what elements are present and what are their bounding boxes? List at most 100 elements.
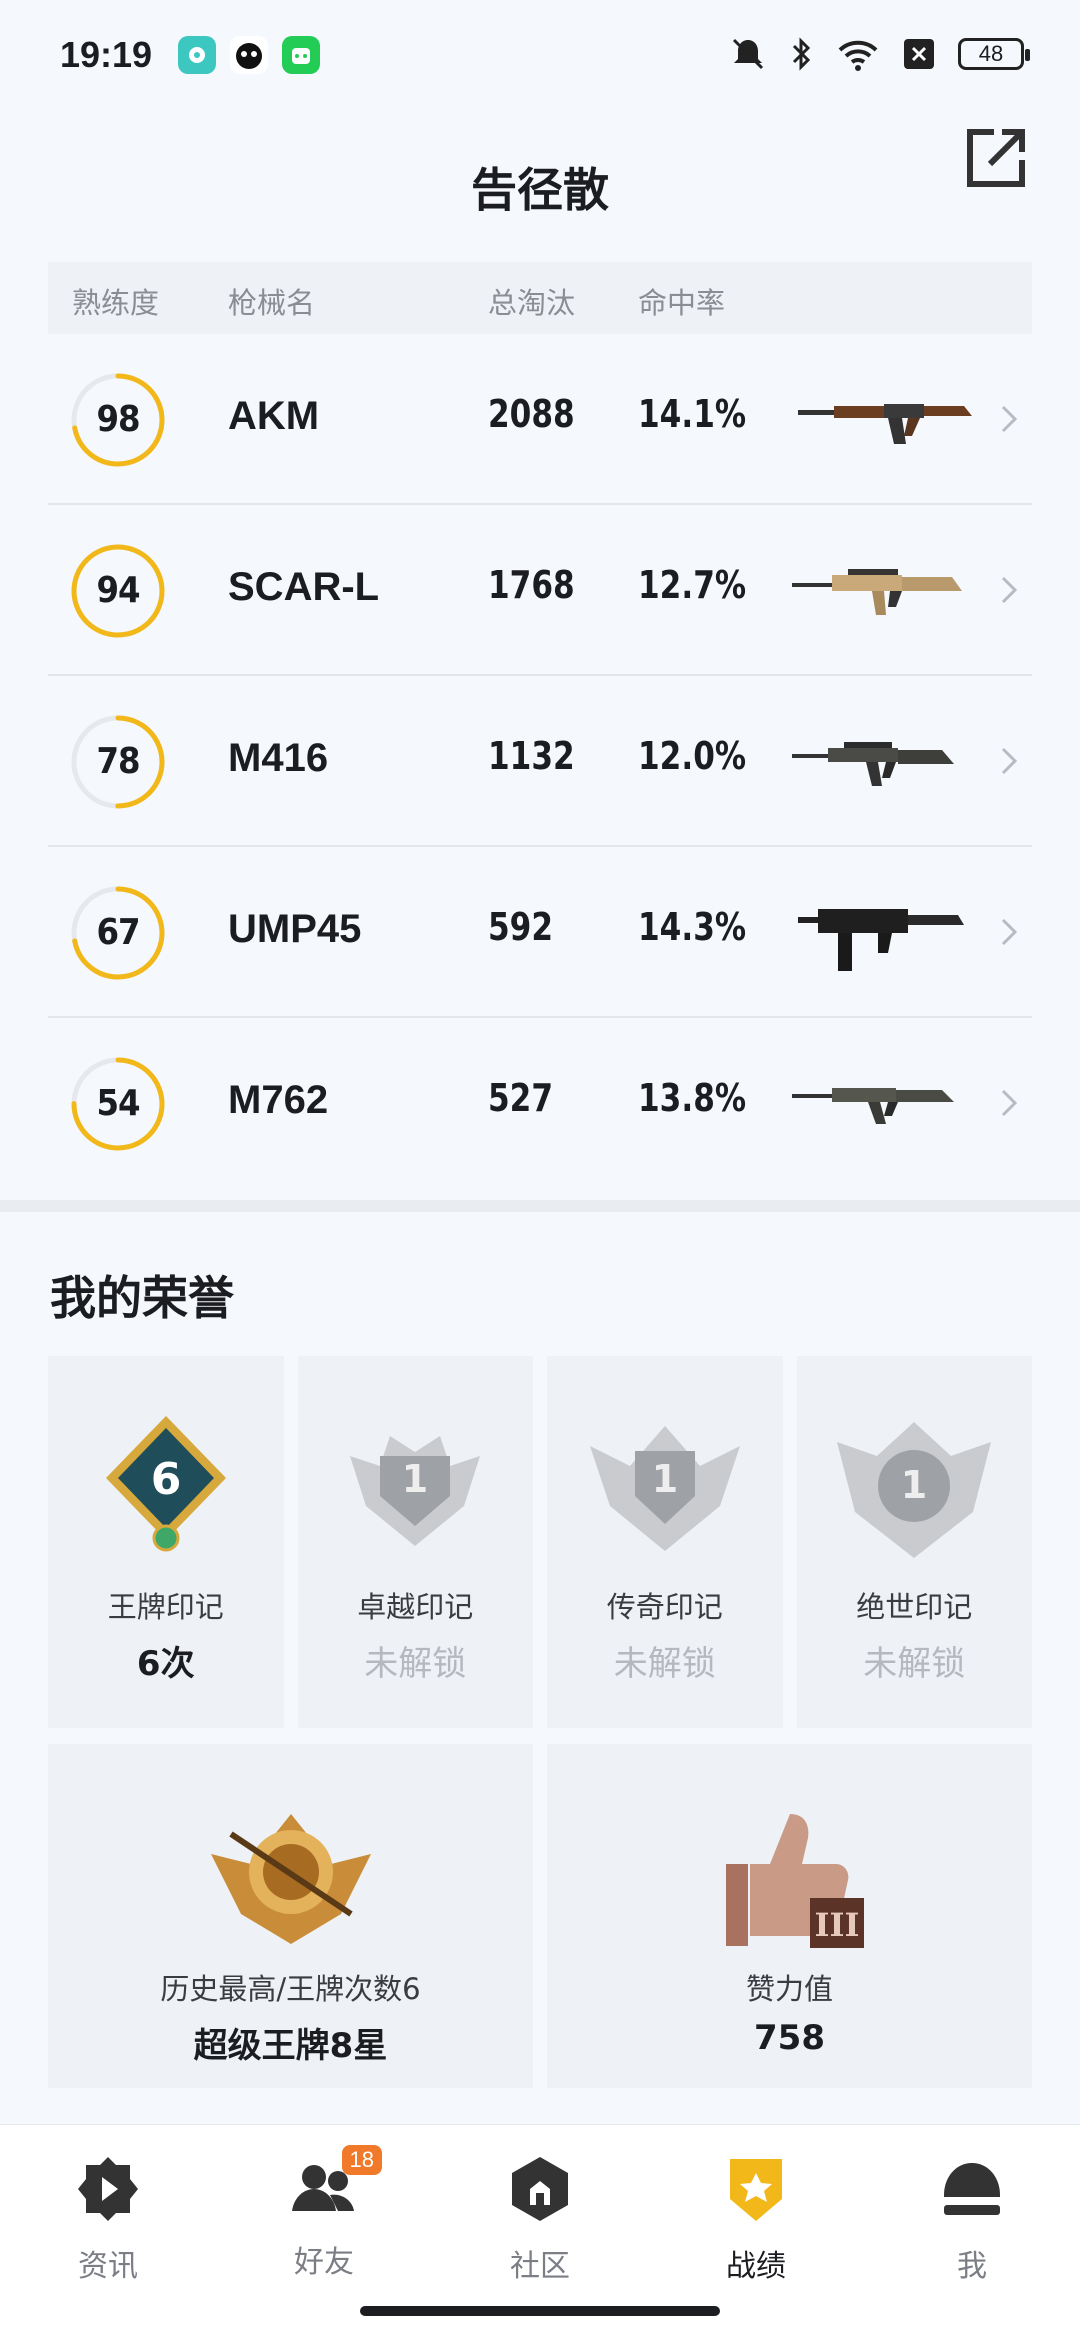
hit-rate: 14.1% <box>638 392 747 436</box>
honor-summary: 历史最高/王牌次数6 超级王牌8星 III 赞力值 758 <box>48 1744 1032 2088</box>
app-notification-icon <box>178 36 216 74</box>
nav-label: 资讯 <box>78 2249 138 2284</box>
proficiency-value: 54 <box>96 1083 140 1124</box>
honor-label: 王牌印记 <box>107 1590 224 1624</box>
hit-rate: 13.8% <box>638 1076 747 1120</box>
total-kills: 527 <box>488 1076 554 1120</box>
honor-label: 传奇印记 <box>606 1590 723 1624</box>
svg-text:III: III <box>814 1906 859 1944</box>
scar-l-rifle-icon <box>792 569 962 615</box>
proficiency-value: 98 <box>96 399 140 440</box>
honor-badges: 6 王牌印记 6次 1 卓越印记 未解锁 1 传奇印记 未解锁 1 绝世印记 未… <box>48 1356 1032 1728</box>
friends-icon-wrap: 18 <box>284 2145 382 2229</box>
weapon-table-header: 熟练度 枪械名 总淘汰 命中率 <box>48 262 1032 334</box>
wifi-icon <box>838 40 878 71</box>
nav-label: 好友 <box>294 2245 354 2280</box>
share-icon[interactable] <box>960 124 1030 194</box>
hit-rate: 12.0% <box>638 734 747 778</box>
honor-value: 6次 <box>136 1644 195 1684</box>
weapon-row[interactable]: 98 AKM 2088 14.1% <box>48 334 1032 505</box>
home-indicator[interactable] <box>360 2306 720 2316</box>
total-kills: 2088 <box>488 392 575 436</box>
nav-label: 战绩 <box>726 2249 786 2284</box>
chevron-right-icon <box>1001 576 1018 604</box>
honor-card-excellence[interactable]: 1 卓越印记 未解锁 <box>297 1356 533 1728</box>
weapon-row[interactable]: 78 M416 1132 12.0% <box>48 676 1032 847</box>
honor-card-ace[interactable]: 6 王牌印记 6次 <box>48 1356 284 1728</box>
gun-name: AKM <box>228 394 320 438</box>
total-kills: 1132 <box>488 734 575 778</box>
peak-rank-label: 历史最高/王牌次数6 <box>160 1972 421 2006</box>
news-icon <box>78 2157 138 2221</box>
col-kills: 总淘汰 <box>488 286 576 320</box>
page-title: 告径散 <box>471 163 609 217</box>
honors-title: 我的荣誉 <box>50 1271 234 1325</box>
gun-name: M416 <box>228 736 329 780</box>
excellence-mark-icon: 1 <box>350 1436 481 1546</box>
nav-friends[interactable]: 18 好友 <box>254 2145 394 2281</box>
nav-community[interactable]: 社区 <box>470 2149 610 2285</box>
honor-value: 未解锁 <box>863 1644 966 1684</box>
peak-rank-value: 超级王牌8星 <box>193 2026 388 2066</box>
legend-mark-icon: 1 <box>589 1426 740 1551</box>
proficiency-value: 78 <box>96 741 140 782</box>
nav-news[interactable]: 资讯 <box>38 2149 178 2285</box>
peerless-mark-icon: 1 <box>837 1422 992 1558</box>
total-kills: 592 <box>488 905 554 949</box>
col-gun-name: 枪械名 <box>228 286 316 320</box>
section-divider <box>0 1200 1080 1212</box>
status-bar: 19:19 48 <box>0 0 1080 110</box>
status-time: 19:19 <box>60 34 153 75</box>
likes-value: 758 <box>754 2018 825 2058</box>
chevron-right-icon <box>1001 747 1018 775</box>
proficiency-value: 94 <box>96 570 140 611</box>
weapon-row[interactable]: 54 M762 527 13.8% <box>48 1018 1032 1189</box>
battery-indicator: 48 <box>958 38 1030 70</box>
thumbs-up-icon: III <box>725 1814 864 1948</box>
gun-name: SCAR-L <box>228 565 380 609</box>
peak-rank-card[interactable]: 历史最高/王牌次数6 超级王牌8星 <box>48 1744 533 2088</box>
ump45-smg-icon <box>798 909 964 971</box>
record-badge-icon <box>730 2159 782 2221</box>
nav-label: 我 <box>957 2249 987 2284</box>
nav-me[interactable]: 我 <box>902 2149 1042 2285</box>
proficiency-value: 67 <box>96 912 140 953</box>
weapon-row[interactable]: 94 SCAR-L 1768 12.7% <box>48 505 1032 676</box>
honor-card-legend[interactable]: 1 传奇印记 未解锁 <box>547 1356 783 1728</box>
m762-rifle-icon <box>792 1088 954 1124</box>
hit-rate: 12.7% <box>638 563 747 607</box>
likes-card[interactable]: III 赞力值 758 <box>547 1744 1032 2088</box>
honor-label: 卓越印记 <box>357 1590 474 1624</box>
community-icon <box>512 2157 568 2221</box>
weapon-list: 98 AKM 2088 14.1% 94 SCAR-L 1768 12.7% 7… <box>48 334 1032 1189</box>
app-notification-icon <box>282 36 320 74</box>
nav-label: 社区 <box>510 2249 570 2284</box>
helmet-icon <box>942 2163 1002 2215</box>
gun-name: UMP45 <box>228 907 362 951</box>
total-kills: 1768 <box>488 563 575 607</box>
col-proficiency: 熟练度 <box>72 286 160 320</box>
mute-bell-icon <box>732 38 764 70</box>
col-hit-rate: 命中率 <box>638 286 726 320</box>
weapon-row[interactable]: 67 UMP45 592 14.3% <box>48 847 1032 1018</box>
chevron-right-icon <box>1001 1089 1018 1117</box>
page-header: 告径散 <box>0 110 1080 260</box>
svg-text:6: 6 <box>150 1454 181 1505</box>
ace-mark-icon: 6 <box>105 1416 226 1552</box>
honor-value: 未解锁 <box>364 1644 467 1684</box>
m416-rifle-icon <box>792 742 954 786</box>
friends-badge: 18 <box>341 2145 382 2175</box>
app-notification-icon <box>230 36 268 74</box>
rank-emblem-icon <box>210 1814 371 1944</box>
honor-label: 绝世印记 <box>856 1590 973 1624</box>
svg-text:1: 1 <box>402 1457 428 1501</box>
chevron-right-icon <box>1001 918 1018 946</box>
likes-label: 赞力值 <box>745 1972 833 2006</box>
svg-text:1: 1 <box>652 1457 678 1501</box>
status-icons: 48 <box>728 34 1030 74</box>
honor-card-peerless[interactable]: 1 绝世印记 未解锁 <box>796 1356 1032 1728</box>
hit-rate: 14.3% <box>638 905 747 949</box>
nav-record[interactable]: 战绩 <box>686 2149 826 2285</box>
svg-text:1: 1 <box>901 1463 927 1507</box>
no-sim-icon <box>904 39 934 69</box>
